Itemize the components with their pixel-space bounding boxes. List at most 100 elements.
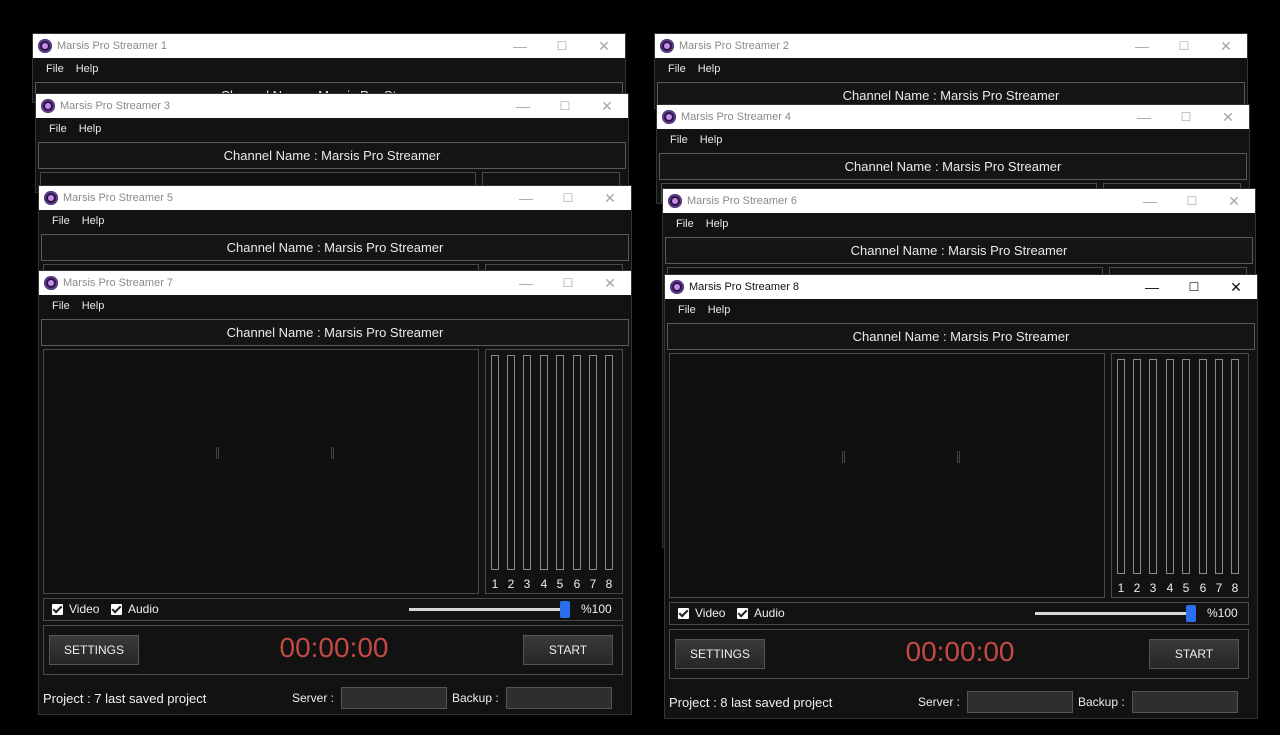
maximize-button[interactable]: ☐ bbox=[547, 186, 589, 210]
meter-label: 2 bbox=[507, 577, 515, 591]
maximize-button[interactable]: ☐ bbox=[544, 94, 586, 118]
close-button[interactable]: ✕ bbox=[589, 186, 631, 210]
start-button[interactable]: START bbox=[1149, 639, 1239, 669]
title-bar[interactable]: Marsis Pro Streamer 1 — ☐ ✕ bbox=[33, 34, 625, 58]
maximize-button[interactable]: ☐ bbox=[541, 34, 583, 58]
volume-value: %100 bbox=[1207, 606, 1238, 620]
menu-help[interactable]: Help bbox=[77, 215, 112, 227]
meter-label: 6 bbox=[1199, 581, 1207, 595]
menu-file[interactable]: File bbox=[47, 300, 77, 312]
meter-label: 3 bbox=[523, 577, 531, 591]
app-logo-icon bbox=[670, 280, 684, 294]
maximize-button[interactable]: ☐ bbox=[1171, 189, 1213, 213]
channel-name: Channel Name : Marsis Pro Streamer bbox=[665, 237, 1253, 264]
settings-button[interactable]: SETTINGS bbox=[49, 635, 139, 665]
meter-bar-7 bbox=[1215, 359, 1223, 574]
meter-label: 6 bbox=[573, 577, 581, 591]
app-logo-icon bbox=[41, 99, 55, 113]
close-button[interactable]: ✕ bbox=[586, 94, 628, 118]
stream-timer: 00:00:00 bbox=[279, 632, 389, 663]
preview-marker bbox=[331, 447, 334, 459]
title-bar[interactable]: Marsis Pro Streamer 6 — ☐ ✕ bbox=[663, 189, 1255, 213]
maximize-button[interactable]: ☐ bbox=[1165, 105, 1207, 129]
menu-file[interactable]: File bbox=[663, 63, 693, 75]
title-bar[interactable]: Marsis Pro Streamer 8 — ☐ ✕ bbox=[665, 275, 1257, 299]
maximize-button[interactable]: ☐ bbox=[1173, 275, 1215, 299]
window-title: Marsis Pro Streamer 5 bbox=[63, 192, 174, 204]
window-title: Marsis Pro Streamer 7 bbox=[63, 277, 174, 289]
title-bar[interactable]: Marsis Pro Streamer 5 — ☐ ✕ bbox=[39, 186, 631, 210]
meter-bar-4 bbox=[540, 355, 548, 570]
minimize-button[interactable]: — bbox=[1131, 275, 1173, 299]
audio-label: Audio bbox=[754, 606, 785, 620]
close-button[interactable]: ✕ bbox=[1207, 105, 1249, 129]
volume-slider[interactable] bbox=[1035, 612, 1193, 615]
server-input[interactable] bbox=[341, 687, 447, 709]
menu-file[interactable]: File bbox=[41, 63, 71, 75]
close-button[interactable]: ✕ bbox=[583, 34, 625, 58]
media-controls: Video Audio %100 bbox=[43, 598, 623, 621]
volume-slider-thumb[interactable] bbox=[560, 601, 570, 618]
audio-checkbox[interactable] bbox=[111, 604, 122, 615]
video-preview bbox=[43, 349, 479, 594]
start-button[interactable]: START bbox=[523, 635, 613, 665]
menu-help[interactable]: Help bbox=[77, 300, 112, 312]
menu-bar: File Help bbox=[39, 210, 631, 232]
window-7[interactable]: Marsis Pro Streamer 7 — ☐ ✕ File Help Ch… bbox=[38, 270, 632, 715]
title-bar[interactable]: Marsis Pro Streamer 4 — ☐ ✕ bbox=[657, 105, 1249, 129]
minimize-button[interactable]: — bbox=[1121, 34, 1163, 58]
minimize-button[interactable]: — bbox=[502, 94, 544, 118]
maximize-button[interactable]: ☐ bbox=[1163, 34, 1205, 58]
menu-help[interactable]: Help bbox=[703, 304, 738, 316]
video-checkbox[interactable] bbox=[52, 604, 63, 615]
minimize-button[interactable]: — bbox=[1129, 189, 1171, 213]
audio-label: Audio bbox=[128, 602, 159, 616]
audio-checkbox[interactable] bbox=[737, 608, 748, 619]
close-button[interactable]: ✕ bbox=[589, 271, 631, 295]
volume-slider-thumb[interactable] bbox=[1186, 605, 1196, 622]
server-input[interactable] bbox=[967, 691, 1073, 713]
meter-label: 8 bbox=[1231, 581, 1239, 595]
close-button[interactable]: ✕ bbox=[1215, 275, 1257, 299]
minimize-button[interactable]: — bbox=[499, 34, 541, 58]
volume-slider[interactable] bbox=[409, 608, 567, 611]
window-8[interactable]: Marsis Pro Streamer 8 — ☐ ✕ File Help Ch… bbox=[664, 274, 1258, 719]
app-logo-icon bbox=[38, 39, 52, 53]
minimize-button[interactable]: — bbox=[505, 186, 547, 210]
video-preview bbox=[669, 353, 1105, 598]
window-3[interactable]: Marsis Pro Streamer 3 — ☐ ✕ File Help Ch… bbox=[35, 93, 629, 193]
close-button[interactable]: ✕ bbox=[1213, 189, 1255, 213]
backup-label: Backup : bbox=[1078, 695, 1125, 709]
window-2[interactable]: Marsis Pro Streamer 2 — ☐ ✕ File Help Ch… bbox=[654, 33, 1248, 109]
backup-input[interactable] bbox=[1132, 691, 1238, 713]
maximize-button[interactable]: ☐ bbox=[547, 271, 589, 295]
backup-input[interactable] bbox=[506, 687, 612, 709]
menu-file[interactable]: File bbox=[665, 134, 695, 146]
menu-help[interactable]: Help bbox=[701, 218, 736, 230]
menu-file[interactable]: File bbox=[671, 218, 701, 230]
settings-button[interactable]: SETTINGS bbox=[675, 639, 765, 669]
minimize-button[interactable]: — bbox=[505, 271, 547, 295]
close-button[interactable]: ✕ bbox=[1205, 34, 1247, 58]
menu-help[interactable]: Help bbox=[74, 123, 109, 135]
menu-help[interactable]: Help bbox=[693, 63, 728, 75]
preview-marker bbox=[842, 451, 845, 463]
backup-label: Backup : bbox=[452, 691, 499, 705]
meter-label: 5 bbox=[1182, 581, 1190, 595]
channel-name: Channel Name : Marsis Pro Streamer bbox=[667, 323, 1255, 350]
meter-label: 1 bbox=[491, 577, 499, 591]
title-bar[interactable]: Marsis Pro Streamer 2 — ☐ ✕ bbox=[655, 34, 1247, 58]
meter-bar-6 bbox=[573, 355, 581, 570]
minimize-button[interactable]: — bbox=[1123, 105, 1165, 129]
menu-help[interactable]: Help bbox=[695, 134, 730, 146]
menu-file[interactable]: File bbox=[47, 215, 77, 227]
menu-bar: File Help bbox=[36, 118, 628, 140]
menu-help[interactable]: Help bbox=[71, 63, 106, 75]
menu-bar: File Help bbox=[655, 58, 1247, 80]
video-checkbox[interactable] bbox=[678, 608, 689, 619]
channel-name: Channel Name : Marsis Pro Streamer bbox=[659, 153, 1247, 180]
menu-file[interactable]: File bbox=[673, 304, 703, 316]
title-bar[interactable]: Marsis Pro Streamer 3 — ☐ ✕ bbox=[36, 94, 628, 118]
title-bar[interactable]: Marsis Pro Streamer 7 — ☐ ✕ bbox=[39, 271, 631, 295]
menu-file[interactable]: File bbox=[44, 123, 74, 135]
